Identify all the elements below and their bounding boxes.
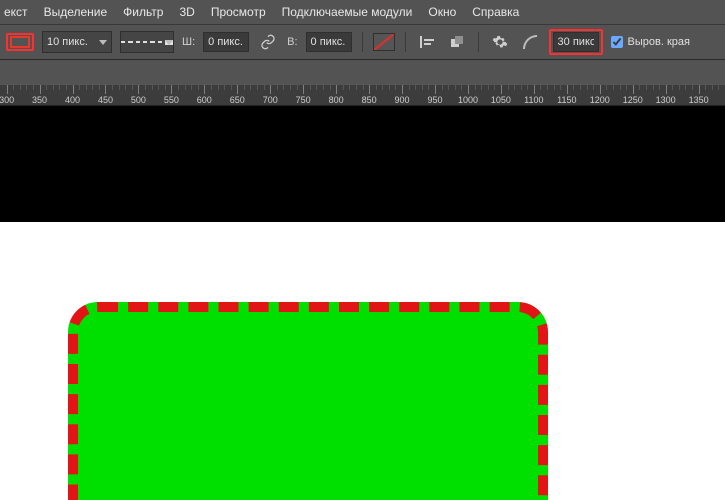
ruler-tick-label: 1150 [557, 95, 576, 105]
menu-window[interactable]: Окно [428, 5, 456, 19]
fill-swatch [373, 33, 395, 51]
ruler-tick-label: 800 [329, 95, 344, 105]
stroke-color-highlight [6, 33, 34, 51]
ruler-tick-label: 450 [98, 95, 113, 105]
document-dark-area: 300 350 400 450 500 550 600 650 700 750 800 850 900 9… [0, 84, 725, 222]
height-input[interactable] [306, 32, 352, 52]
ruler-tick-label: 1300 [656, 95, 676, 105]
ruler-tick-label: 600 [197, 95, 212, 105]
corner-radius-icon [519, 31, 541, 53]
stroke-color-swatch[interactable] [10, 36, 30, 48]
ruler-tick-label: 900 [395, 95, 410, 105]
ruler-tick-label: 1000 [458, 95, 478, 105]
ruler-tick-label: 950 [427, 95, 442, 105]
stroke-width-dropdown[interactable]: 10 пикс. [42, 31, 112, 53]
horizontal-ruler[interactable]: 300 350 400 450 500 550 600 650 700 750 800 850 900 9… [0, 84, 725, 106]
align-edges-label: Выров. края [628, 36, 690, 48]
ruler-tick-label: 350 [32, 95, 47, 105]
separator [405, 32, 406, 52]
chevron-down-icon [165, 40, 173, 45]
path-arrange-icon[interactable] [446, 31, 468, 53]
menu-filter[interactable]: Фильтр [123, 5, 163, 19]
width-input[interactable] [203, 32, 249, 52]
menu-select[interactable]: Выделение [44, 5, 108, 19]
width-label: Ш: [182, 36, 195, 48]
ruler-tick-label: 400 [65, 95, 80, 105]
ruler-tick-label: 1250 [623, 95, 643, 105]
options-bar: 10 пикс. Ш: В: Выров. края [0, 24, 725, 60]
menu-view[interactable]: Просмотр [211, 5, 266, 19]
chevron-down-icon [99, 40, 107, 45]
link-icon[interactable] [257, 31, 279, 53]
ruler-tick-label: 550 [164, 95, 179, 105]
height-label: В: [287, 36, 297, 48]
rounded-rectangle-shape[interactable] [68, 302, 548, 500]
menu-bar: екст Выделение Фильтр 3D Просмотр Подклю… [0, 0, 725, 24]
ruler-tick-label: 650 [230, 95, 245, 105]
menu-text[interactable]: екст [4, 5, 28, 19]
menu-plugins[interactable]: Подключаемые модули [282, 5, 413, 19]
ruler-tick-label: 300 [0, 95, 14, 105]
ruler-tick-label: 1050 [491, 95, 511, 105]
fill-swatch-button[interactable] [373, 31, 395, 53]
corner-radius-input[interactable] [553, 32, 599, 52]
ruler-tick-label: 1350 [689, 95, 709, 105]
menu-3d[interactable]: 3D [179, 5, 194, 19]
separator [478, 32, 479, 52]
ruler-tick-label: 850 [362, 95, 377, 105]
gear-icon[interactable] [489, 31, 511, 53]
align-edges-input[interactable] [611, 36, 623, 48]
pasteboard [0, 106, 725, 222]
ruler-tick-label: 1200 [590, 95, 610, 105]
stroke-width-value: 10 пикс. [47, 36, 95, 48]
stroke-style-dropdown[interactable] [120, 31, 174, 53]
ruler-tick-label: 750 [296, 95, 311, 105]
tab-area [0, 60, 725, 84]
path-align-icon[interactable] [416, 31, 438, 53]
radius-highlight [549, 29, 603, 55]
menu-help[interactable]: Справка [472, 5, 519, 19]
align-edges-checkbox[interactable]: Выров. края [611, 36, 690, 48]
ruler-tick-label: 500 [131, 95, 146, 105]
ruler-tick-label: 700 [263, 95, 278, 105]
canvas[interactable] [0, 222, 725, 500]
separator [362, 32, 363, 52]
ruler-tick-label: 1100 [524, 95, 543, 105]
